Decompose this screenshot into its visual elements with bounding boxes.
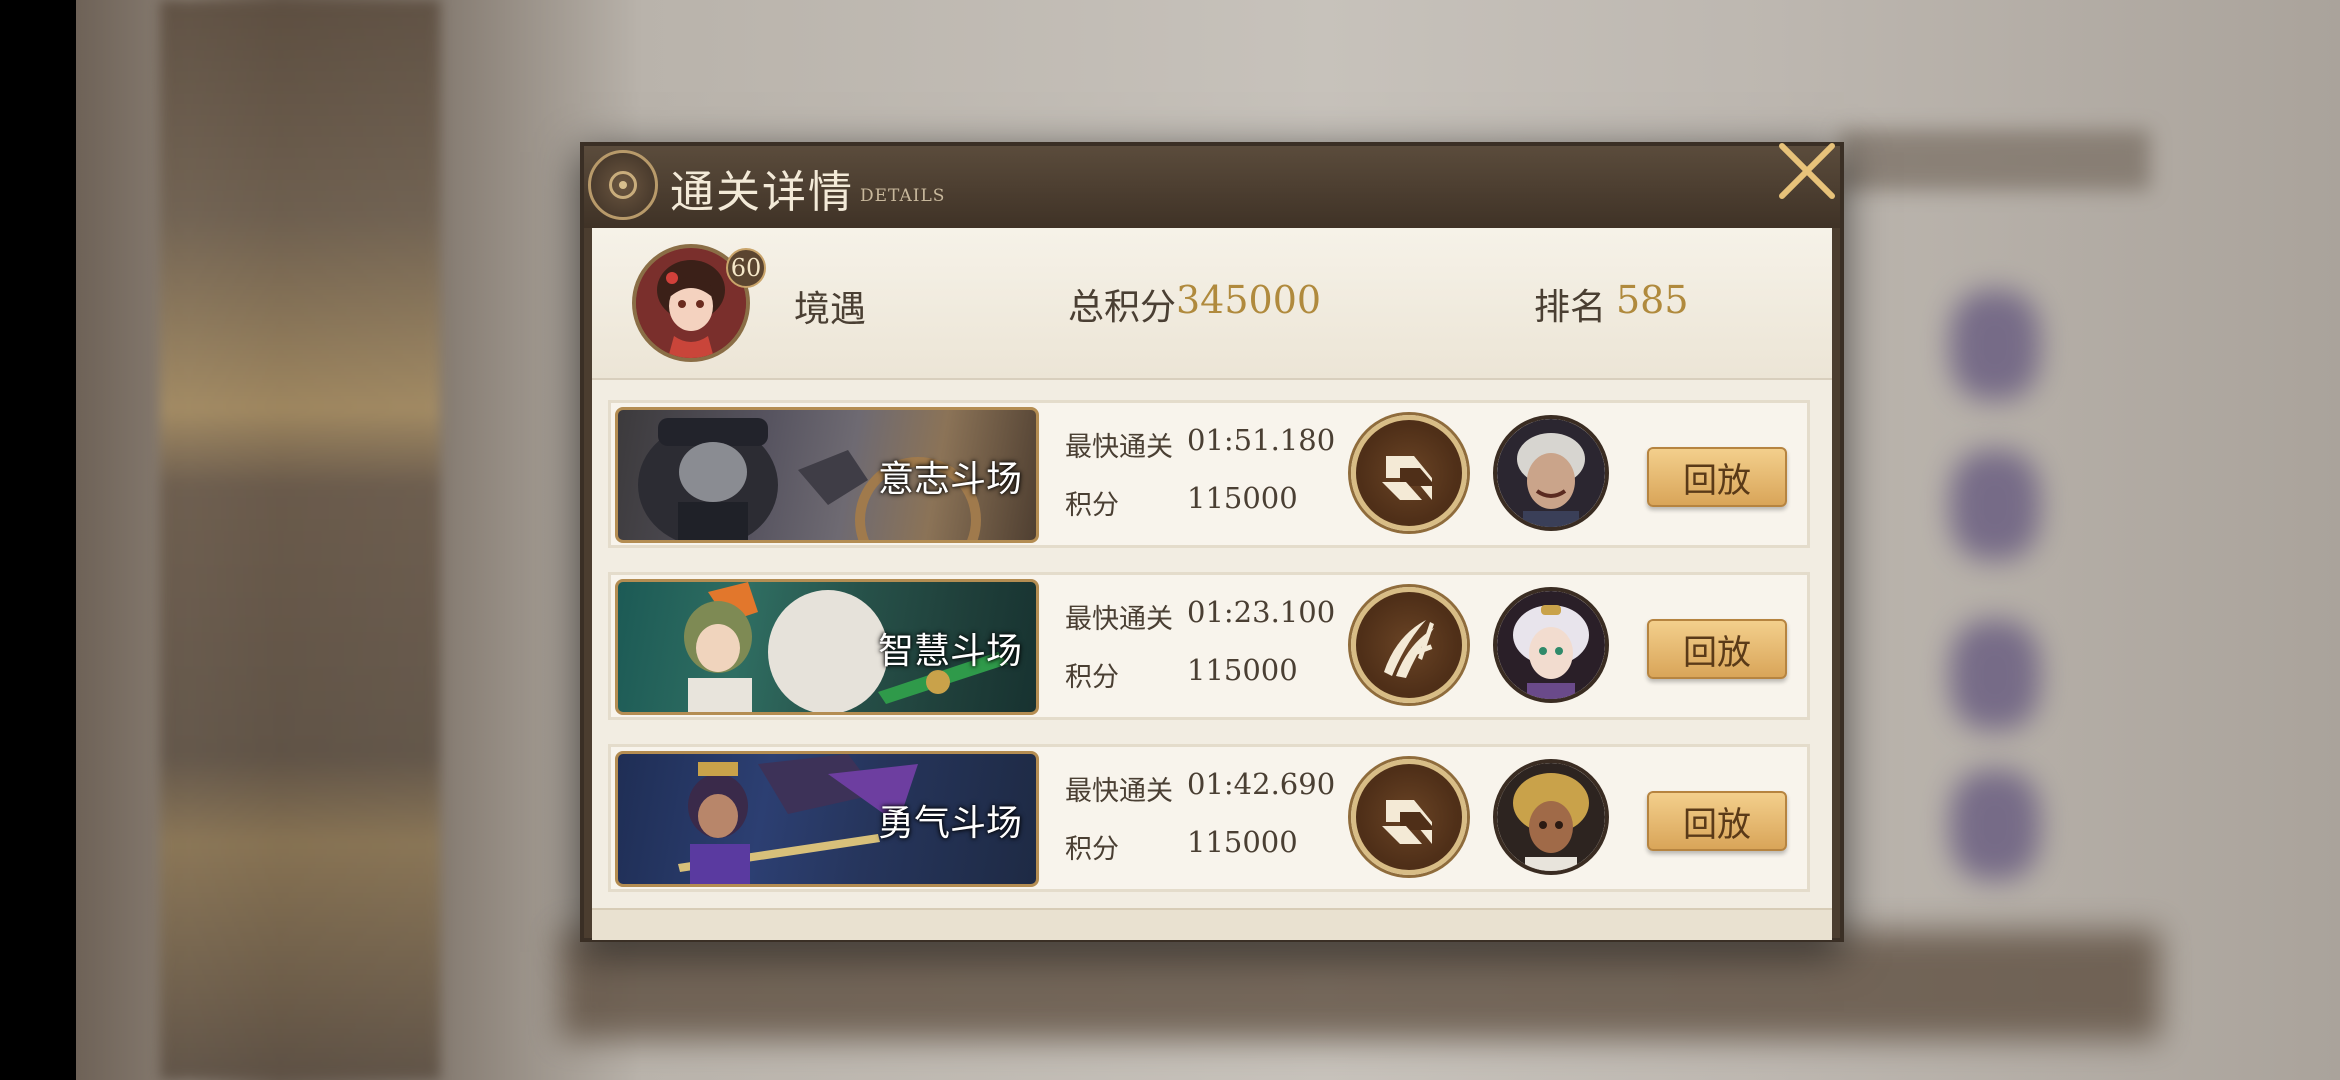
score-label: 积分 xyxy=(1065,662,1119,693)
total-score-label: 总积分 xyxy=(1068,287,1177,328)
score-value: 115000 xyxy=(1187,481,1298,515)
fastest-clear-label: 最快通关 xyxy=(1065,432,1173,463)
blurred-background-band xyxy=(1840,130,2150,190)
fastest-clear-time: 01:51.180 xyxy=(1187,423,1336,457)
arena-name: 智慧斗场 xyxy=(877,631,1022,672)
fastest-clear-label: 最快通关 xyxy=(1065,604,1173,635)
score-value: 115000 xyxy=(1187,653,1298,687)
modal-title: 通关详情 xyxy=(670,167,854,218)
score-label: 积分 xyxy=(1065,490,1119,521)
fastest-clear-label: 最快通关 xyxy=(1065,776,1173,807)
hero-avatar[interactable] xyxy=(1493,759,1609,875)
close-icon xyxy=(1779,143,1835,199)
replay-button[interactable]: 回放 xyxy=(1647,619,1787,679)
player-summary: 60 境遇 总积分 345000 排名 585 xyxy=(592,228,1832,380)
left-black-bar xyxy=(0,0,76,1080)
details-modal: 通关详情 DETAILS 60 境遇 总积分 345000 排名 585 意志斗… xyxy=(580,142,1844,942)
arena-banner[interactable]: 勇气斗场 xyxy=(615,751,1039,887)
close-button[interactable] xyxy=(1774,140,1838,204)
blurred-background-blob xyxy=(1950,770,2040,880)
arena-row: 意志斗场 最快通关 01:51.180 积分 115000 回放 xyxy=(608,400,1810,548)
chevron-class-icon xyxy=(1351,759,1467,875)
arena-row: 智慧斗场 最快通关 01:23.100 积分 115000 回放 xyxy=(608,572,1810,720)
fastest-clear-time: 01:42.690 xyxy=(1187,767,1336,801)
slash-class-icon xyxy=(1351,587,1467,703)
arena-banner[interactable]: 意志斗场 xyxy=(615,407,1039,543)
rank-value: 585 xyxy=(1616,278,1689,322)
replay-button[interactable]: 回放 xyxy=(1647,791,1787,851)
arena-banner[interactable]: 智慧斗场 xyxy=(615,579,1039,715)
hero-avatar[interactable] xyxy=(1493,587,1609,703)
blurred-background-bottom xyxy=(560,930,2160,1040)
panel-bottom-edge xyxy=(592,908,1832,940)
emblem-icon xyxy=(588,150,658,220)
score-value: 115000 xyxy=(1187,825,1298,859)
blurred-background-blob xyxy=(1950,450,2040,560)
arena-name: 意志斗场 xyxy=(877,459,1022,500)
arena-name: 勇气斗场 xyxy=(877,803,1022,844)
details-panel: 60 境遇 总积分 345000 排名 585 意志斗场 最快通关 01:51.… xyxy=(592,228,1832,940)
level-badge: 60 xyxy=(726,248,766,288)
blurred-background-blob xyxy=(1950,290,2040,400)
arena-row: 勇气斗场 最快通关 01:42.690 积分 115000 回放 xyxy=(608,744,1810,892)
modal-title-bar: 通关详情 DETAILS xyxy=(584,146,1840,228)
modal-subtitle: DETAILS xyxy=(860,186,946,206)
blurred-background-column xyxy=(160,0,440,1080)
total-score-value: 345000 xyxy=(1176,278,1322,322)
player-name: 境遇 xyxy=(794,289,867,330)
score-label: 积分 xyxy=(1065,834,1119,865)
blurred-background-blob xyxy=(1950,620,2040,730)
hero-avatar[interactable] xyxy=(1493,415,1609,531)
fastest-clear-time: 01:23.100 xyxy=(1187,595,1336,629)
rank-label: 排名 xyxy=(1534,287,1607,328)
replay-button[interactable]: 回放 xyxy=(1647,447,1787,507)
chevron-class-icon xyxy=(1351,415,1467,531)
